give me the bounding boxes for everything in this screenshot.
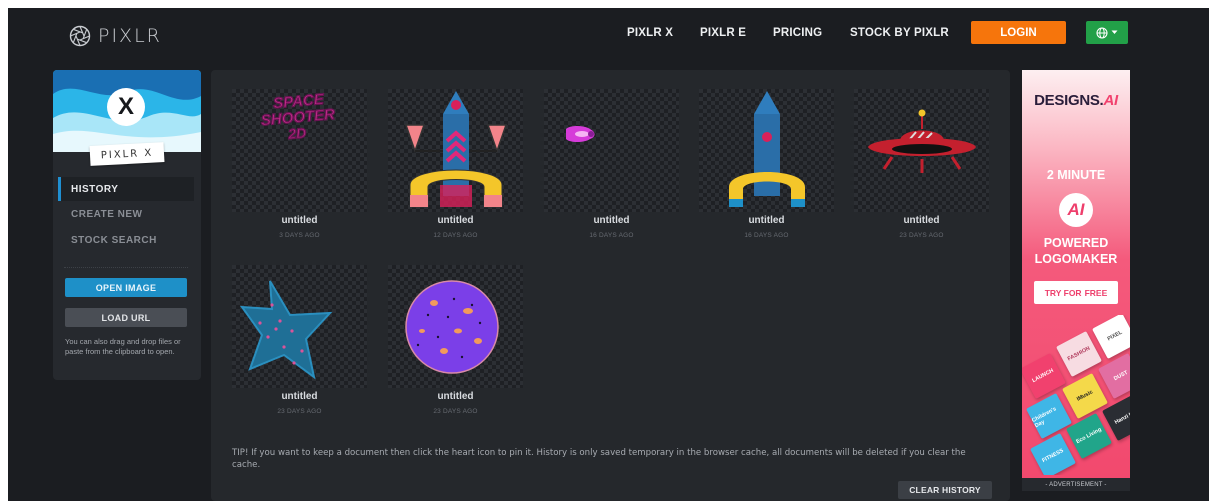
pixlr-logo[interactable]: PIXLR <box>69 25 162 47</box>
ad-cta-accent: FREE <box>1084 287 1108 298</box>
history-thumbnail[interactable] <box>388 89 523 212</box>
ad-tile: FITNESS <box>1030 433 1076 475</box>
history-item-title: untitled <box>281 215 318 226</box>
sidebar: X PIXLR X HISTORY CREATE NEW STOCK SEARC… <box>53 70 201 380</box>
history-item-title: untitled <box>748 215 785 226</box>
rocket-with-cones-image <box>404 91 508 208</box>
drag-drop-hint: You can also drag and drop files or past… <box>65 337 181 356</box>
ad-brand: DESIGNS.AI <box>1022 92 1130 109</box>
advertisement[interactable]: DESIGNS.AI 2 MINUTE AI POWERED LOGOMAKER… <box>1022 70 1130 491</box>
history-item-date: 23 DAYS AGO <box>433 408 478 415</box>
nav-pixlr-x[interactable]: PIXLR X <box>627 27 673 39</box>
ad-ai-icon: AI <box>1059 193 1093 227</box>
ad-tile: LAUNCH <box>1022 353 1066 399</box>
history-item-date: 23 DAYS AGO <box>277 408 322 415</box>
load-url-button[interactable]: LOAD URL <box>65 308 187 327</box>
history-item-title: untitled <box>437 391 474 402</box>
ad-brand-accent: AI <box>1103 92 1118 109</box>
ad-footer-label: - ADVERTISEMENT - <box>1022 478 1130 491</box>
history-thumbnail[interactable] <box>388 265 523 388</box>
ad-try-for-free-button[interactable]: TRY FOR FREE <box>1034 281 1118 304</box>
history-item-date: 23 DAYS AGO <box>899 232 944 239</box>
history-thumbnail[interactable] <box>699 89 834 212</box>
pixlr-x-label: PIXLR X <box>89 142 165 166</box>
logo-text: PIXLR <box>98 25 162 47</box>
ad-line-powered: POWERED <box>1043 236 1109 250</box>
history-item-title: untitled <box>437 215 474 226</box>
pixlr-x-icon: X <box>107 88 145 126</box>
language-button[interactable] <box>1086 21 1128 44</box>
ad-line-2-minute: 2 MINUTE <box>1046 168 1106 182</box>
history-thumbnail[interactable]: SPACE SHOOTER 2D <box>232 89 367 212</box>
clear-history-button[interactable]: CLEAR HISTORY <box>898 481 992 499</box>
nav-stock-by-pixlr[interactable]: STOCK BY PIXLR <box>850 27 949 39</box>
ad-cta-text: TRY FOR <box>1044 287 1082 298</box>
history-panel: SPACE SHOOTER 2D untitled 3 DAYS AGO unt… <box>211 70 1010 501</box>
nav-pixlr-e[interactable]: PIXLR E <box>700 27 746 39</box>
2d-text: 2D <box>287 125 307 143</box>
history-thumbnail[interactable] <box>544 89 679 212</box>
ad-tile: DUST <box>1098 353 1130 399</box>
nav-pricing[interactable]: PRICING <box>773 27 822 39</box>
sidebar-divider <box>64 267 188 268</box>
ad-tile: Children's Day <box>1026 393 1072 439</box>
purple-planet-image <box>405 280 499 374</box>
history-item-title: untitled <box>903 215 940 226</box>
history-item-title: untitled <box>593 215 630 226</box>
ufo-image <box>868 109 976 173</box>
chevron-down-icon <box>1111 30 1118 34</box>
history-item-date: 3 DAYS AGO <box>279 232 320 239</box>
ad-line-logomaker: LOGOMAKER <box>1034 252 1118 266</box>
ad-brand-text: DESIGNS. <box>1034 92 1104 109</box>
pink-bullet-image <box>566 126 595 142</box>
open-image-button[interactable]: OPEN IMAGE <box>65 278 187 297</box>
ad-logo-tiles: LAUNCH FASHION PIXEL Children's Day IMus… <box>1022 315 1130 475</box>
sidebar-item-stock-search[interactable]: STOCK SEARCH <box>58 228 194 252</box>
blue-star-image <box>239 280 333 380</box>
history-tip: TIP! If you want to keep a document then… <box>232 448 966 470</box>
login-button[interactable]: LOGIN <box>971 21 1066 44</box>
ad-tile: FASHION <box>1056 331 1102 377</box>
history-item-date: 12 DAYS AGO <box>433 232 478 239</box>
history-item-title: untitled <box>281 391 318 402</box>
ad-tile: IMusic <box>1062 373 1108 419</box>
aperture-icon <box>69 25 91 47</box>
pixlr-x-banner: X <box>53 70 201 152</box>
rocket-image <box>729 91 805 207</box>
history-thumbnail[interactable] <box>854 89 989 212</box>
sidebar-item-create-new[interactable]: CREATE NEW <box>58 202 194 226</box>
globe-icon <box>1096 26 1108 39</box>
ad-tile: Eco Living <box>1066 413 1112 459</box>
pixlr-app: PIXLR PIXLR X PIXLR E PRICING STOCK BY P… <box>8 8 1209 501</box>
sidebar-item-history[interactable]: HISTORY <box>58 177 194 201</box>
history-item-date: 16 DAYS AGO <box>589 232 634 239</box>
history-item-date: 16 DAYS AGO <box>744 232 789 239</box>
history-thumbnail[interactable] <box>232 265 367 388</box>
